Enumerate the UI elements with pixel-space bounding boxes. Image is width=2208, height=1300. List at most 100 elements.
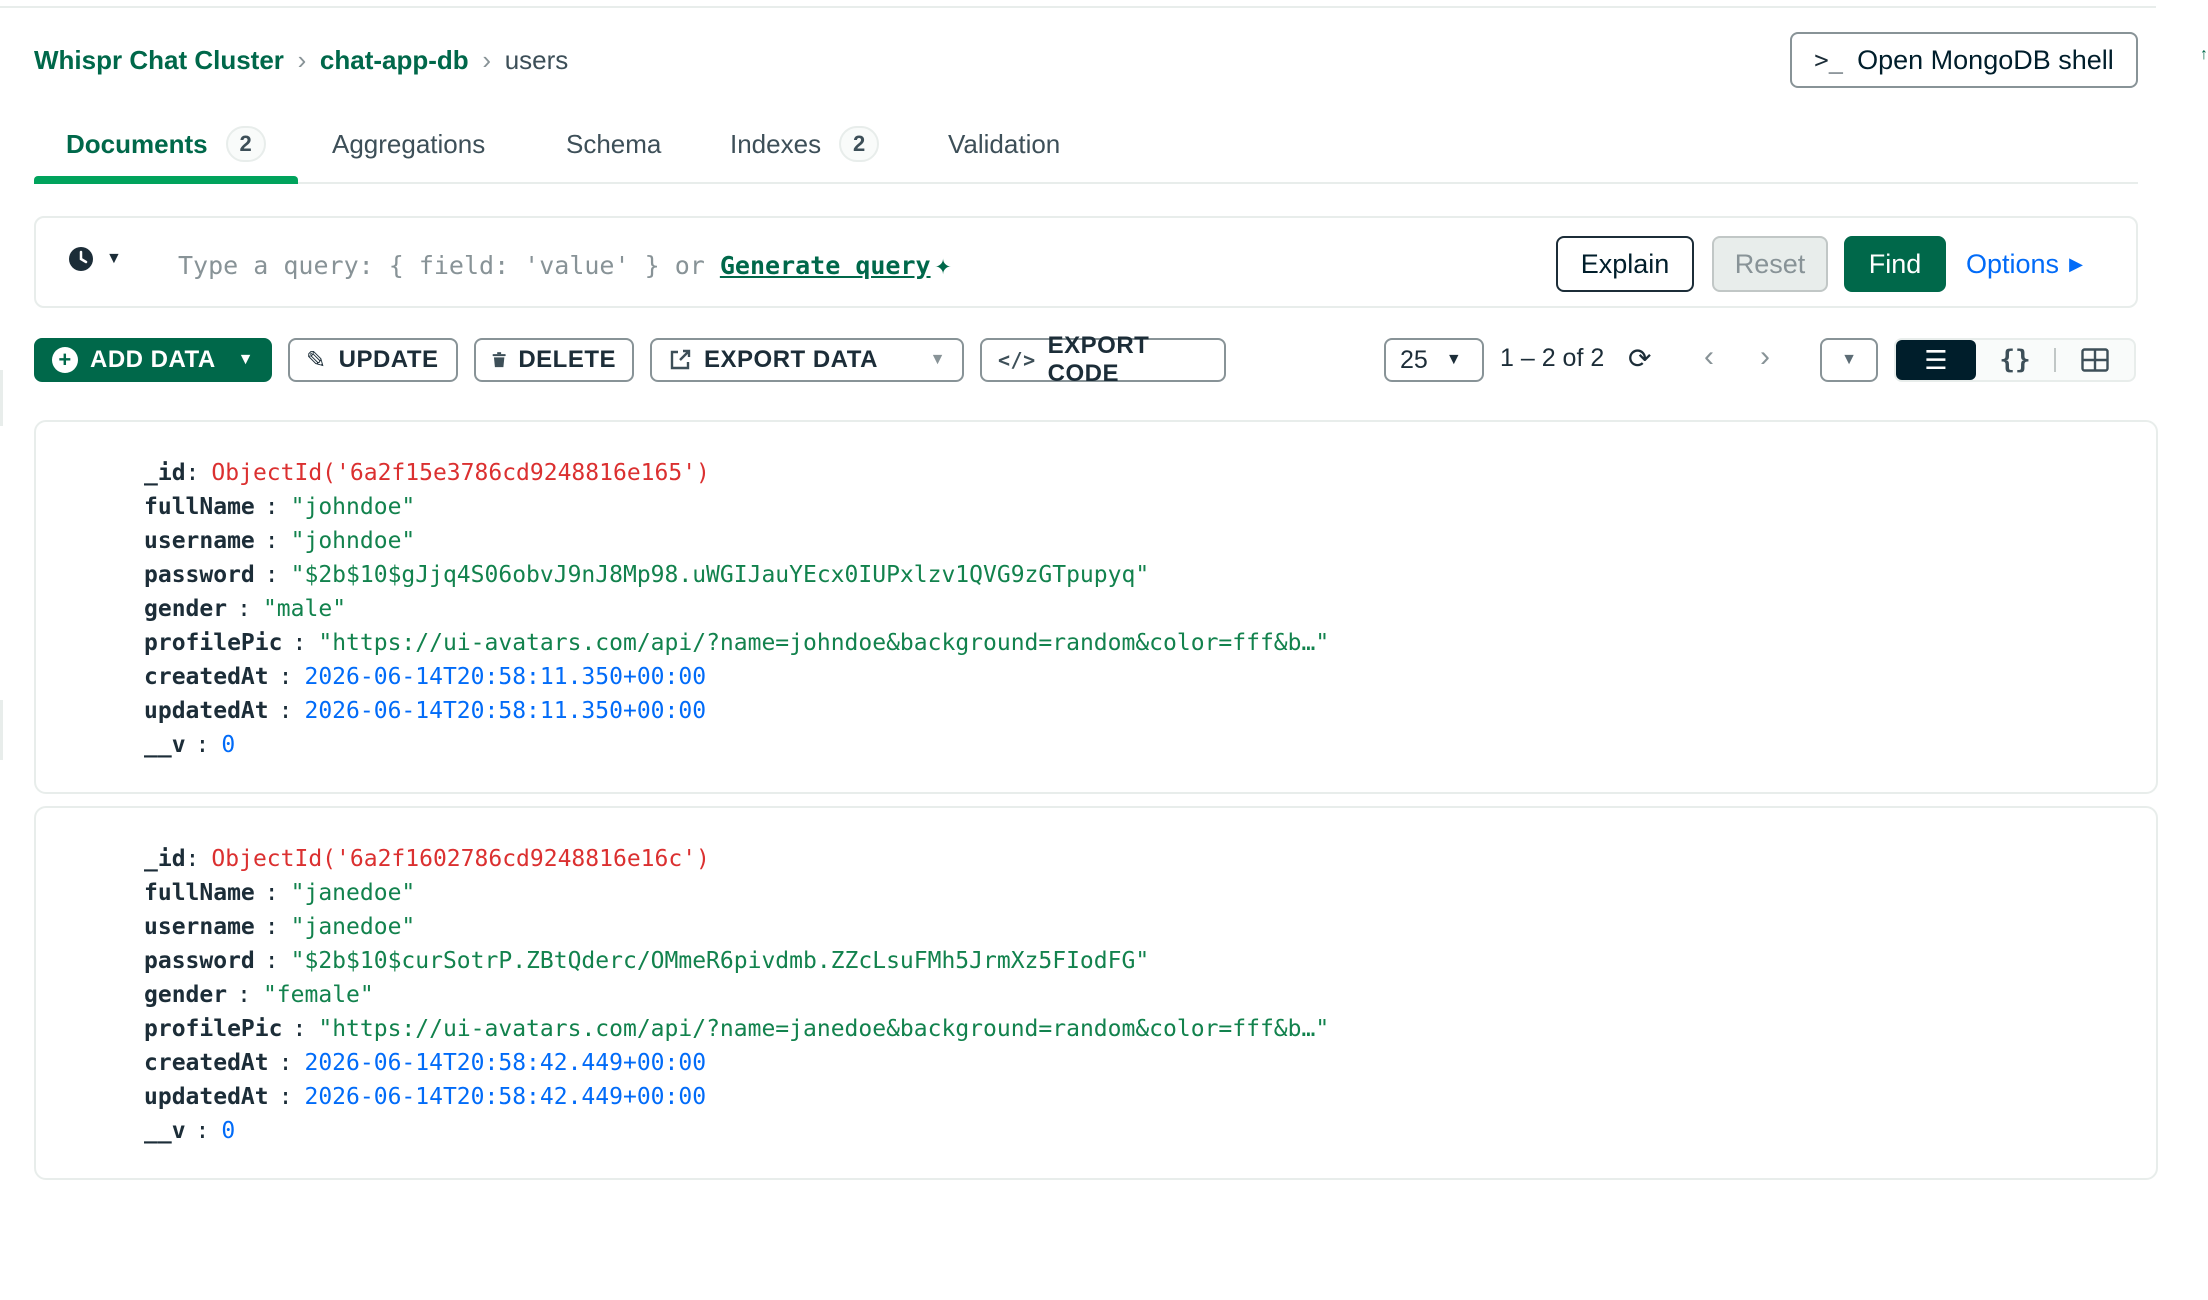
document-field: profilePic: "https://ui-avatars.com/api/?… [144, 630, 1330, 656]
tab-label: Indexes [730, 128, 822, 159]
code-icon: </> [998, 348, 1036, 372]
chevron-right-icon: › [297, 44, 307, 75]
document-field: _id: ObjectId('6a2f1602786cd9248816e16c') [144, 846, 710, 872]
expand-all-button[interactable]: ▼ [1820, 338, 1878, 382]
open-shell-label: Open MongoDB shell [1857, 44, 2114, 75]
field-key: __v [144, 1118, 186, 1144]
export-data-label: EXPORT DATA [704, 346, 878, 373]
field-value[interactable]: "female" [263, 982, 374, 1008]
field-value[interactable]: 0 [221, 1118, 235, 1144]
find-button[interactable]: Find [1844, 236, 1946, 292]
query-input[interactable]: Type a query: { field: 'value' } or Gene… [178, 248, 951, 281]
reset-button[interactable]: Reset [1712, 236, 1828, 292]
field-value[interactable]: 2026-06-14T20:58:42.449+00:00 [304, 1050, 706, 1076]
field-key: profilePic [144, 1016, 283, 1042]
tab-label: Validation [948, 128, 1061, 159]
field-value[interactable]: "$2b$10$curSotrP.ZBtQderc/OMmeR6pivdmb.Z… [291, 948, 1150, 974]
list-view-button[interactable]: ☰ [1896, 340, 1976, 380]
field-value[interactable]: 2026-06-14T20:58:42.449+00:00 [304, 1084, 706, 1110]
arrow-up-icon[interactable]: ↑ [2200, 46, 2208, 64]
document-field: username: "janedoe" [144, 914, 416, 940]
caret-down-icon: ▼ [1841, 351, 1857, 368]
tab-schema[interactable]: Schema [566, 122, 661, 166]
count-badge: 2 [839, 126, 880, 162]
table-view-button[interactable] [2056, 340, 2134, 380]
field-key: updatedAt [144, 1084, 269, 1110]
document-field: __v:0 [144, 732, 236, 758]
field-value[interactable]: "https://ui-avatars.com/api/?name=janedo… [318, 1016, 1329, 1042]
breadcrumb-cluster[interactable]: Whispr Chat Cluster [34, 45, 284, 76]
field-value[interactable]: ObjectId('6a2f15e3786cd9248816e165') [211, 460, 710, 486]
tab-aggregations[interactable]: Aggregations [332, 122, 485, 166]
trash-icon [492, 352, 506, 368]
field-value[interactable]: "https://ui-avatars.com/api/?name=johndo… [318, 630, 1329, 656]
top-divider [0, 0, 2156, 8]
field-key: gender [144, 596, 228, 622]
field-value[interactable]: "janedoe" [291, 914, 416, 940]
tab-indexes[interactable]: Indexes 2 [730, 122, 880, 166]
explain-button[interactable]: Explain [1556, 236, 1694, 292]
field-value[interactable]: ObjectId('6a2f1602786cd9248816e16c') [211, 846, 710, 872]
field-value[interactable]: "janedoe" [291, 880, 416, 906]
document-field: gender: "female" [144, 982, 374, 1008]
field-key: password [144, 562, 255, 588]
options-button[interactable]: Options ▶ [1966, 236, 2102, 292]
document-field: password: "$2b$10$curSotrP.ZBtQderc/OMmeR… [144, 948, 1150, 974]
add-data-button[interactable]: + ADD DATA ▼ [34, 338, 272, 382]
delete-button[interactable]: DELETE [474, 338, 634, 382]
document-card[interactable]: _id: ObjectId('6a2f15e3786cd9248816e165')… [34, 420, 2158, 794]
sparkle-icon: ✦ [934, 248, 952, 281]
field-value[interactable]: 0 [221, 732, 235, 758]
breadcrumb-collection: users [504, 44, 569, 75]
document-field: updatedAt:2026-06-14T20:58:11.350+00:00 [144, 698, 707, 724]
refresh-icon[interactable]: ⟳ [1628, 342, 1651, 375]
field-key: createdAt [144, 664, 269, 690]
caret-right-icon: ▶ [2069, 253, 2083, 274]
open-shell-button[interactable]: >_ Open MongoDB shell [1790, 32, 2138, 88]
chevron-right-icon[interactable]: › [1760, 340, 1770, 374]
breadcrumb-database[interactable]: chat-app-db [320, 45, 469, 76]
update-button[interactable]: ✎ UPDATE [288, 338, 458, 382]
document-field: createdAt:2026-06-14T20:58:11.350+00:00 [144, 664, 707, 690]
list-icon: ☰ [1924, 344, 1948, 375]
field-key: fullName [144, 880, 255, 906]
field-value[interactable]: "johndoe" [291, 494, 416, 520]
field-key: createdAt [144, 1050, 269, 1076]
document-field: username: "johndoe" [144, 528, 416, 554]
field-value[interactable]: "johndoe" [291, 528, 416, 554]
delete-label: DELETE [518, 346, 616, 373]
clock-icon [69, 247, 93, 271]
tab-label: Documents [66, 128, 208, 159]
chevron-left-icon[interactable]: ‹ [1704, 340, 1714, 374]
count-badge: 2 [225, 126, 266, 162]
export-code-button[interactable]: </> EXPORT CODE [980, 332, 1226, 387]
field-value[interactable]: 2026-06-14T20:58:11.350+00:00 [304, 698, 706, 724]
collection-tabs: Documents 2 Aggregations Schema Indexes … [34, 112, 2138, 184]
query-history-button[interactable]: ▼ [68, 246, 122, 272]
document-field: __v:0 [144, 1118, 236, 1144]
view-switcher: ☰ {} [1894, 338, 2136, 382]
field-value[interactable]: "$2b$10$gJjq4S06obvJ9nJ8Mp98.uWGIJauYEcx… [291, 562, 1150, 588]
document-card[interactable]: _id: ObjectId('6a2f1602786cd9248816e16c')… [34, 806, 2158, 1180]
page-size-select[interactable]: 25 ▼ [1384, 338, 1484, 382]
caret-down-icon: ▼ [237, 351, 254, 368]
field-value[interactable]: 2026-06-14T20:58:11.350+00:00 [304, 664, 706, 690]
field-value[interactable]: "male" [263, 596, 346, 622]
caret-down-icon: ▼ [1445, 351, 1462, 368]
generate-query-link[interactable]: Generate query [720, 251, 931, 280]
plus-circle-icon: + [52, 347, 78, 373]
export-data-button[interactable]: EXPORT DATA ▼ [650, 338, 964, 382]
chevron-right-icon: › [482, 44, 492, 75]
update-label: UPDATE [338, 346, 439, 373]
tab-documents[interactable]: Documents 2 [66, 122, 266, 166]
document-field: fullName: "johndoe" [144, 494, 416, 520]
query-placeholder: Type a query: { field: 'value' } or [178, 251, 705, 280]
document-fields: _id: ObjectId('6a2f1602786cd9248816e16c')… [144, 842, 1329, 1148]
tab-validation[interactable]: Validation [948, 122, 1060, 166]
pagination-range: 1 – 2 of 2 [1500, 344, 1605, 372]
pencil-icon: ✎ [306, 346, 327, 374]
document-field: fullName: "janedoe" [144, 880, 416, 906]
document-field: gender: "male" [144, 596, 347, 622]
document-field: createdAt:2026-06-14T20:58:42.449+00:00 [144, 1050, 707, 1076]
json-view-button[interactable]: {} [1976, 340, 2054, 380]
